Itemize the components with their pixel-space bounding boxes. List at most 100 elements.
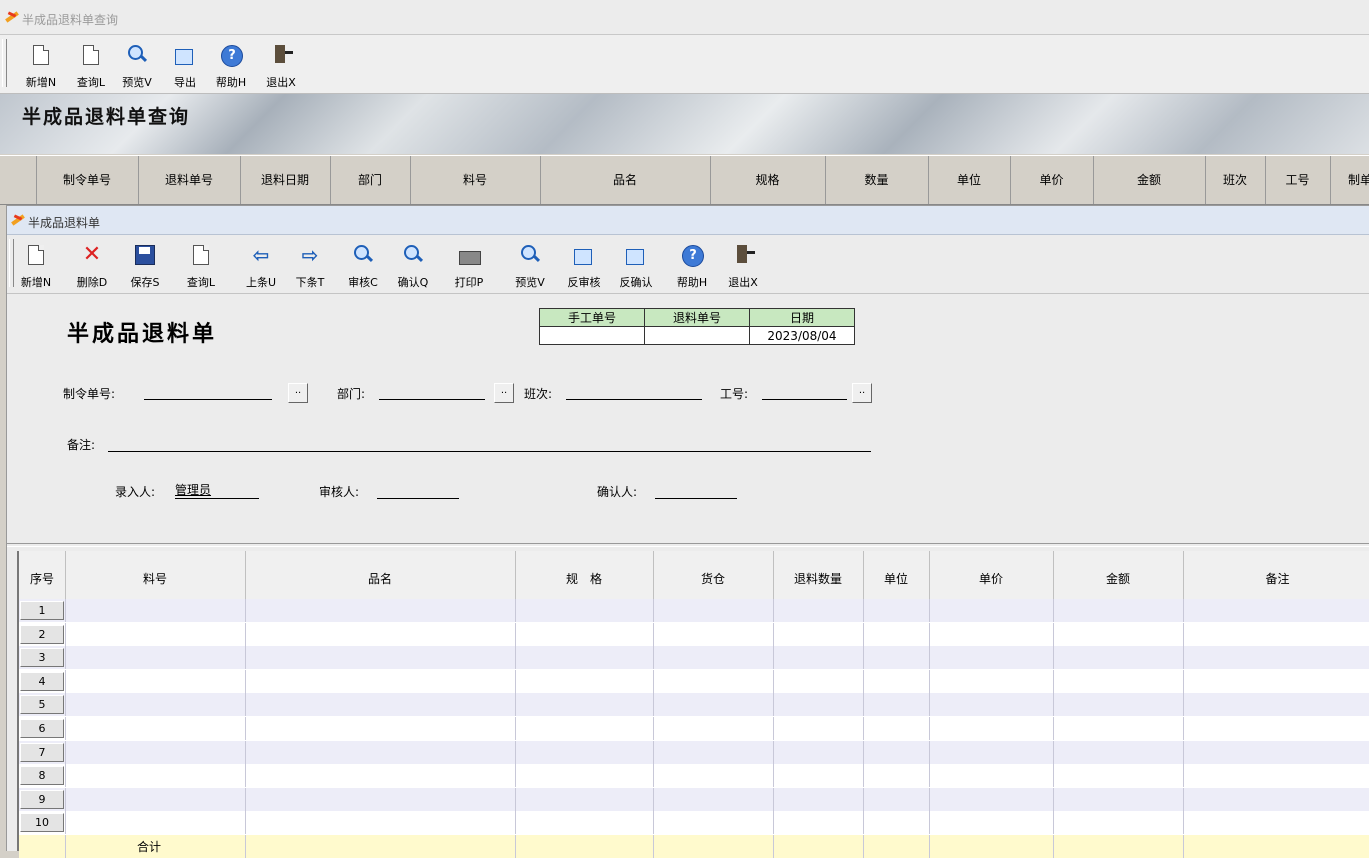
grid-cell[interactable] [1183, 811, 1369, 834]
grid-cell[interactable] [653, 787, 774, 811]
table-row[interactable]: 2 [19, 622, 1369, 646]
grid-cell[interactable] [929, 811, 1054, 835]
grid-cell[interactable] [65, 740, 246, 764]
table-row[interactable]: 1 [19, 599, 1369, 622]
shift-field[interactable] [566, 382, 702, 400]
toolbar-button-4[interactable]: ? 帮助H [210, 37, 252, 89]
grid-cell[interactable] [653, 811, 774, 835]
toolbar-button-12[interactable]: ? 帮助H [671, 237, 713, 289]
grid-column-header[interactable]: 单位 [863, 551, 930, 599]
grid-cell[interactable] [653, 693, 774, 717]
grid-cell[interactable] [1053, 599, 1184, 622]
list-column-header[interactable]: 料号 [410, 156, 541, 204]
grid-cell[interactable] [515, 693, 654, 717]
grid-cell[interactable] [1183, 693, 1369, 716]
grid-cell[interactable] [515, 622, 654, 646]
grid-column-header[interactable]: 单价 [929, 551, 1054, 599]
grid-cell[interactable] [929, 669, 1054, 693]
grid-column-header[interactable]: 备注 [1183, 551, 1369, 599]
grid-cell[interactable] [1053, 811, 1184, 835]
grid-cell[interactable] [863, 787, 930, 811]
grid-cell[interactable] [773, 764, 864, 788]
grid-cell[interactable] [773, 811, 864, 835]
manual-no-field[interactable] [539, 326, 645, 345]
toolbar-button-2[interactable]: 保存S [124, 237, 166, 289]
table-row[interactable]: 7 [19, 740, 1369, 764]
grid-cell[interactable] [1183, 764, 1369, 787]
grid-cell[interactable] [65, 599, 246, 622]
grid-cell[interactable] [929, 599, 1054, 622]
detail-grid[interactable]: 序号 料号 品名规 格货仓 退料数量 单位 单价 金额 备注 1 2 3 4 5 6 7 8 9 10 合计 [17, 551, 1369, 858]
grid-cell[interactable] [653, 622, 774, 646]
grid-cell[interactable] [245, 717, 516, 740]
grid-cell[interactable] [863, 740, 930, 764]
grid-cell[interactable] [863, 669, 930, 693]
grid-cell[interactable] [245, 646, 516, 670]
worker-lookup-button[interactable]: .. [852, 383, 872, 403]
grid-cell[interactable] [773, 693, 864, 717]
list-column-header[interactable]: 数量 [825, 156, 929, 204]
grid-cell[interactable] [929, 693, 1054, 717]
toolbar-button-0[interactable]: 新增N [20, 37, 62, 89]
toolbar-button-8[interactable]: 打印P [448, 237, 490, 289]
grid-cell[interactable] [773, 646, 864, 670]
grid-cell[interactable] [245, 811, 516, 835]
list-column-header[interactable]: 单位 [928, 156, 1011, 204]
grid-cell[interactable] [65, 669, 246, 693]
grid-column-header[interactable]: 品名 [245, 551, 516, 599]
toolbar-button-0[interactable]: 新增N [15, 237, 57, 289]
grid-cell[interactable] [515, 599, 654, 622]
list-column-header[interactable]: 班次 [1205, 156, 1266, 204]
grid-column-header[interactable]: 退料数量 [773, 551, 864, 599]
grid-cell[interactable] [515, 811, 654, 835]
grid-cell[interactable] [65, 717, 246, 740]
grid-column-header[interactable]: 货仓 [653, 551, 774, 599]
grid-cell[interactable] [1183, 788, 1369, 811]
grid-cell[interactable] [245, 787, 516, 811]
grid-cell[interactable] [863, 764, 930, 788]
list-column-header[interactable]: 制令单号 [36, 156, 139, 204]
grid-cell[interactable] [863, 811, 930, 835]
table-row[interactable]: 3 [19, 646, 1369, 670]
grid-cell[interactable] [863, 599, 930, 622]
grid-column-header[interactable]: 序号 [19, 551, 66, 599]
grid-cell[interactable] [1183, 717, 1369, 740]
list-column-header[interactable]: 单价 [1010, 156, 1094, 204]
toolbar-button-11[interactable]: 反确认 [615, 237, 657, 289]
grid-cell[interactable] [863, 717, 930, 740]
date-field[interactable]: 2023/08/04 [749, 326, 855, 345]
grid-cell[interactable] [773, 669, 864, 693]
toolbar-button-5[interactable]: 退出X [260, 37, 302, 89]
grid-cell[interactable] [773, 740, 864, 764]
table-row[interactable]: 5 [19, 693, 1369, 717]
grid-cell[interactable] [863, 622, 930, 646]
list-column-header[interactable]: 退料单号 [138, 156, 241, 204]
toolbar-button-1[interactable]: ✕ 删除D [71, 237, 113, 290]
grid-cell[interactable] [773, 599, 864, 622]
dept-field[interactable] [379, 382, 485, 400]
grid-cell[interactable] [929, 646, 1054, 670]
worker-field[interactable] [762, 382, 847, 400]
grid-cell[interactable] [773, 717, 864, 740]
order-no-field[interactable] [144, 382, 272, 400]
grid-cell[interactable] [245, 764, 516, 788]
toolbar-button-9[interactable]: 预览V [509, 237, 551, 289]
grid-cell[interactable] [1053, 669, 1184, 693]
grid-cell[interactable] [1053, 717, 1184, 740]
grid-cell[interactable] [773, 622, 864, 646]
grid-cell[interactable] [515, 787, 654, 811]
toolbar-button-3[interactable]: 查询L [180, 237, 222, 289]
grid-cell[interactable] [245, 669, 516, 693]
grid-cell[interactable] [65, 811, 246, 835]
grid-cell[interactable] [245, 599, 516, 622]
return-no-field[interactable] [644, 326, 750, 345]
grid-cell[interactable] [929, 740, 1054, 764]
grid-cell[interactable] [773, 787, 864, 811]
list-column-header[interactable]: 工号 [1265, 156, 1331, 204]
grid-cell[interactable] [1183, 670, 1369, 693]
dept-lookup-button[interactable]: .. [494, 383, 514, 403]
list-column-header[interactable]: 规格 [710, 156, 826, 204]
grid-cell[interactable] [1183, 623, 1369, 646]
grid-cell[interactable] [65, 764, 246, 788]
grid-cell[interactable] [863, 646, 930, 670]
